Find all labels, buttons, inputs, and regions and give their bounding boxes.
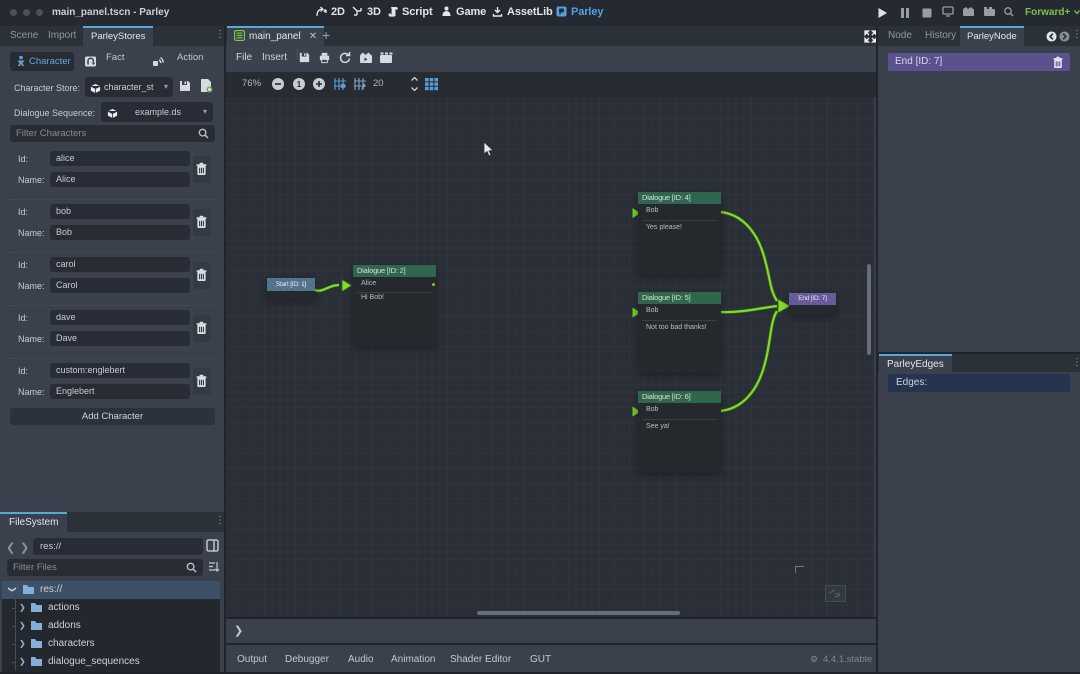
- svg-text:1: 1: [297, 80, 302, 89]
